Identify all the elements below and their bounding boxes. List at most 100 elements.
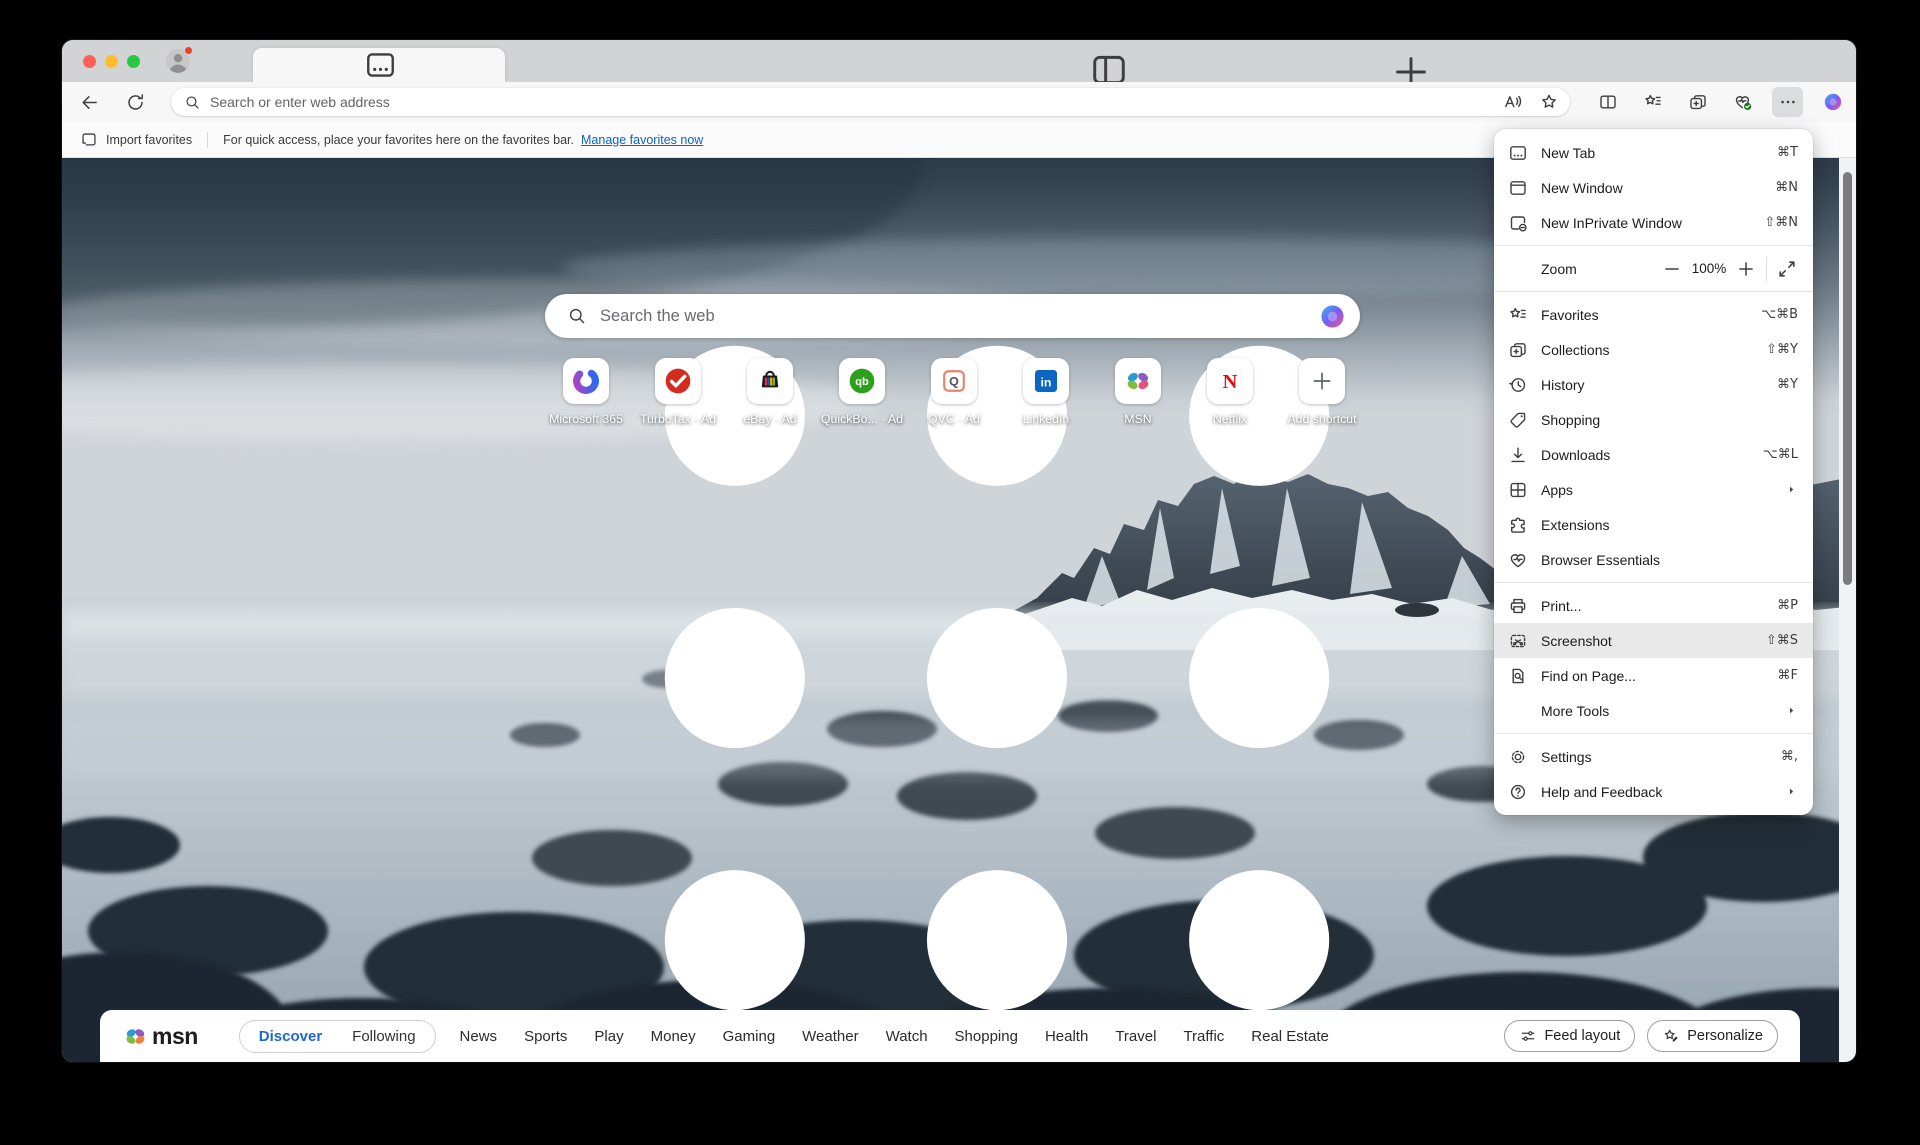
read-aloud-button[interactable]: [1500, 89, 1526, 115]
button-label: Feed layout: [1544, 1028, 1620, 1044]
shortcut-netflix[interactable]: NNetflix: [1184, 358, 1276, 426]
menu-item-collections[interactable]: Collections⇧⌘Y: [1494, 332, 1813, 367]
zoom-in-button[interactable]: [1735, 258, 1757, 280]
feed-tab-discover[interactable]: Discover: [244, 1028, 337, 1045]
read-aloud-icon: [1503, 92, 1523, 112]
ebay-ad-tile[interactable]: [747, 358, 793, 404]
linkedin-tile[interactable]: in: [1023, 358, 1069, 404]
menu-item-zoom[interactable]: Zoom100%: [1494, 251, 1813, 286]
close-window-button[interactable]: [83, 55, 96, 68]
shortcut-linkedin[interactable]: inLinkedIn: [1000, 358, 1092, 426]
shortcut-quickbo-ad[interactable]: qbQuickBo... · Ad: [816, 358, 908, 426]
refresh-button[interactable]: [120, 87, 150, 117]
menu-item-browser-essentials[interactable]: Browser Essentials: [1494, 542, 1813, 577]
browser-essentials-check-button[interactable]: [1727, 87, 1758, 117]
menu-item-shortcut: ⇧⌘N: [1764, 215, 1798, 230]
menu-item-downloads[interactable]: Downloads⌥⌘L: [1494, 437, 1813, 472]
shortcut-add-shortcut[interactable]: Add shortcut: [1276, 358, 1368, 426]
menu-item-apps[interactable]: Apps: [1494, 472, 1813, 507]
address-input[interactable]: [210, 94, 1500, 110]
menu-item-find-on-page[interactable]: Find on Page...⌘F: [1494, 658, 1813, 693]
menu-item-label: New InPrivate Window: [1541, 215, 1682, 231]
menu-item-screenshot[interactable]: Screenshot⇧⌘S: [1494, 623, 1813, 658]
copilot-button[interactable]: [1817, 87, 1848, 117]
shortcut-msn[interactable]: MSN: [1092, 358, 1184, 426]
menu-item-label: Zoom: [1541, 261, 1577, 277]
divider: [1766, 257, 1767, 281]
fullscreen-button[interactable]: [1776, 258, 1798, 280]
msn-link-traffic[interactable]: Traffic: [1183, 1028, 1224, 1045]
msn-link-weather[interactable]: Weather: [802, 1028, 858, 1045]
more-button[interactable]: [1772, 87, 1803, 117]
msn-link-travel[interactable]: Travel: [1115, 1028, 1156, 1045]
web-search-input[interactable]: [600, 307, 1319, 326]
msn-logo[interactable]: msn: [122, 1023, 198, 1050]
downloads-icon: [1508, 445, 1528, 465]
msn-link-watch[interactable]: Watch: [886, 1028, 928, 1045]
msn-link-shopping[interactable]: Shopping: [955, 1028, 1018, 1045]
import-favorites-button[interactable]: Import favorites: [106, 133, 192, 147]
back-button[interactable]: [74, 87, 104, 117]
menu-item-more-tools[interactable]: More Tools: [1494, 693, 1813, 728]
menu-item-new-inprivate-window[interactable]: New InPrivate Window ⇧⌘N: [1494, 205, 1813, 240]
feed-tab-following[interactable]: Following: [337, 1028, 430, 1045]
msn-tile[interactable]: [1115, 358, 1161, 404]
profile-avatar[interactable]: [164, 47, 192, 75]
split-screen-button[interactable]: [1592, 87, 1623, 117]
menu-item-settings[interactable]: Settings⌘,: [1494, 739, 1813, 774]
shortcut-ebay-ad[interactable]: eBay · Ad: [724, 358, 816, 426]
back-icon: [79, 92, 100, 113]
tab-new-tab[interactable]: New Tab: [253, 48, 505, 82]
import-favorites-icon: [80, 131, 98, 149]
msn-link-real-estate[interactable]: Real Estate: [1251, 1028, 1329, 1045]
msn-link-health[interactable]: Health: [1045, 1028, 1088, 1045]
microsoft-365-tile[interactable]: [563, 358, 609, 404]
shortcut-turbotax-ad[interactable]: TurboTax · Ad: [632, 358, 724, 426]
zoom-window-button[interactable]: [127, 55, 140, 68]
menu-item-label: Help and Feedback: [1541, 784, 1662, 800]
shortcut-qvc-ad[interactable]: QQVC · Ad: [908, 358, 1000, 426]
add-shortcut-tile[interactable]: [1299, 358, 1345, 404]
menu-item-new-tab[interactable]: New Tab⌘T: [1494, 135, 1813, 170]
zoom-out-button[interactable]: [1661, 258, 1683, 280]
menu-item-label: Shopping: [1541, 412, 1600, 428]
menu-item-extensions[interactable]: Extensions: [1494, 507, 1813, 542]
no-icon: [1508, 701, 1528, 721]
msn-link-news[interactable]: News: [460, 1028, 498, 1045]
menu-item-history[interactable]: History⌘Y: [1494, 367, 1813, 402]
menu-item-print[interactable]: Print...⌘P: [1494, 588, 1813, 623]
menu-item-favorites[interactable]: Favorites⌥⌘B: [1494, 297, 1813, 332]
favorite-star-icon: [1539, 92, 1559, 112]
favorites-button[interactable]: [1637, 87, 1668, 117]
manage-favorites-link[interactable]: Manage favorites now: [581, 133, 703, 147]
desktop: New Tab Import favorites: [0, 0, 1920, 1145]
quickbo-ad-tile[interactable]: qb: [839, 358, 885, 404]
collections-button[interactable]: [1682, 87, 1713, 117]
scrollbar-thumb[interactable]: [1843, 172, 1852, 585]
minimize-window-button[interactable]: [105, 55, 118, 68]
web-search-box[interactable]: [545, 294, 1360, 338]
menu-item-help-and-feedback[interactable]: Help and Feedback: [1494, 774, 1813, 809]
msn-link-play[interactable]: Play: [594, 1028, 623, 1045]
personalize-button[interactable]: Personalize: [1647, 1020, 1778, 1052]
menu-item-label: New Window: [1541, 180, 1623, 196]
apps-icon: [1508, 480, 1528, 500]
msn-link-gaming[interactable]: Gaming: [723, 1028, 776, 1045]
menu-item-new-window[interactable]: New Window⌘N: [1494, 170, 1813, 205]
address-bar[interactable]: [171, 88, 1570, 116]
shortcut-label: eBay · Ad: [743, 412, 796, 426]
netflix-tile[interactable]: N: [1207, 358, 1253, 404]
qvc-ad-tile[interactable]: Q: [931, 358, 977, 404]
turbotax-ad-tile[interactable]: [655, 358, 701, 404]
favorite-star-button[interactable]: [1536, 89, 1562, 115]
msn-link-sports[interactable]: Sports: [524, 1028, 567, 1045]
menu-item-label: Extensions: [1541, 517, 1609, 533]
history-icon: [1508, 375, 1528, 395]
menu-item-shortcut: ⌥⌘L: [1763, 447, 1798, 462]
menu-item-shopping[interactable]: Shopping: [1494, 402, 1813, 437]
copilot-icon[interactable]: [1319, 303, 1346, 330]
shortcut-microsoft-365[interactable]: Microsoft 365: [540, 358, 632, 426]
menu-separator: [1494, 245, 1813, 246]
feed-layout-button[interactable]: Feed layout: [1504, 1020, 1635, 1052]
msn-link-money[interactable]: Money: [651, 1028, 696, 1045]
